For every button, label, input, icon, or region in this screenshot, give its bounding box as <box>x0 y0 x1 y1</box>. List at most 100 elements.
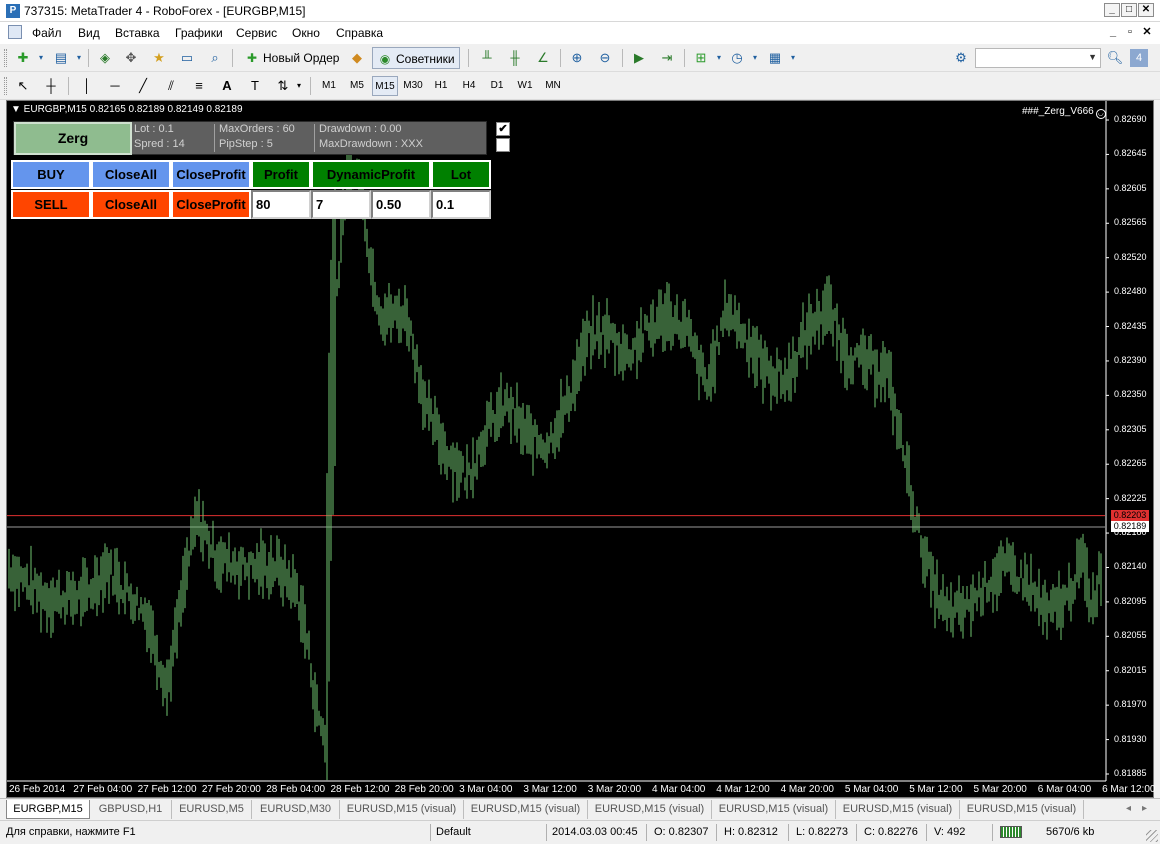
cursor-icon[interactable]: ↖ <box>14 77 32 95</box>
buy-button[interactable]: BUY <box>11 160 91 189</box>
tab-eurgbp-m15[interactable]: EURGBP,M15 <box>6 800 90 819</box>
close-button[interactable]: ✕ <box>1138 3 1154 17</box>
new-order-button[interactable]: ✚ Новый Ордер <box>240 47 343 69</box>
text-label-icon[interactable]: T <box>246 77 264 95</box>
tab-scroll-left-icon[interactable]: ◂ <box>1126 803 1131 814</box>
chart-shift-icon[interactable]: ⇥ <box>658 49 676 67</box>
dropdown-arrow-icon[interactable]: ▾ <box>70 49 88 67</box>
dynamic-profit-input[interactable]: 7 <box>311 190 371 219</box>
new-chart-icon[interactable]: ✚ <box>14 49 32 67</box>
time-tick-label: 27 Feb 12:00 <box>137 784 197 795</box>
experts-label: Советники <box>396 52 455 66</box>
market-watch-icon[interactable]: ◈ <box>96 49 114 67</box>
dropdown-arrow-icon[interactable]: ▾ <box>710 49 728 67</box>
sell-button[interactable]: SELL <box>11 190 91 219</box>
trendline-icon[interactable]: ╱ <box>134 77 152 95</box>
minimize-button[interactable]: _ <box>1104 3 1120 17</box>
dropdown-arrow-icon[interactable]: ▾ <box>290 77 308 95</box>
close-profit-sell-button[interactable]: CloseProfit <box>171 190 251 219</box>
tab-eurusd-m5[interactable]: EURUSD,M5 <box>172 800 252 819</box>
menu-view[interactable]: Вид <box>78 26 100 40</box>
tab-scroll-right-icon[interactable]: ▸ <box>1142 803 1147 814</box>
profit-input[interactable]: 80 <box>251 190 311 219</box>
options-gear-icon[interactable]: ⚙ <box>952 49 970 67</box>
zerg-button[interactable]: Zerg <box>14 122 132 155</box>
terminal-icon[interactable]: ▭ <box>178 49 196 67</box>
menu-window[interactable]: Окно <box>292 26 320 40</box>
expert-advisor-label[interactable]: ###_Zerg_V666 ◡ <box>1022 106 1106 119</box>
line-studies-toolbar: ↖ ┼ │ ─ ╱ ⫽ ≡ A T ⇅ ▾ M1 M5 M15 M30 H1 H… <box>0 72 1160 100</box>
tab-gbpusd-h1[interactable]: GBPUSD,H1 <box>90 800 172 819</box>
mdi-minimize-button[interactable]: _ <box>1106 25 1120 39</box>
tab-eurusd-m15-visual[interactable]: EURUSD,M15 (visual) <box>836 800 960 819</box>
mdi-close-button[interactable]: ✕ <box>1140 25 1154 39</box>
toolbar-grip[interactable] <box>4 77 7 95</box>
timeframe-m5[interactable]: M5 <box>344 76 370 96</box>
timeframe-h4[interactable]: H4 <box>456 76 482 96</box>
tab-eurusd-m15-visual[interactable]: EURUSD,M15 (visual) <box>464 800 588 819</box>
checkbox-enabled[interactable]: ✔ <box>496 122 510 136</box>
auto-scroll-icon[interactable]: ▶ <box>630 49 648 67</box>
tab-eurusd-m15-visual[interactable]: EURUSD,M15 (visual) <box>340 800 464 819</box>
ratio-input[interactable]: 0.50 <box>371 190 431 219</box>
zoom-in-icon[interactable]: ⊕ <box>568 49 586 67</box>
indicators-icon[interactable]: ⊞ <box>692 49 710 67</box>
candlestick-icon[interactable]: ╫ <box>506 49 524 67</box>
navigator-icon[interactable]: ★ <box>150 49 168 67</box>
dropdown-arrow-icon[interactable]: ▾ <box>32 49 50 67</box>
timeframe-h1[interactable]: H1 <box>428 76 454 96</box>
timeframe-m15[interactable]: M15 <box>372 76 398 96</box>
mdi-restore-button[interactable]: ▫ <box>1123 25 1137 39</box>
close-all-buy-button[interactable]: CloseAll <box>91 160 171 189</box>
zoom-out-icon[interactable]: ⊖ <box>596 49 614 67</box>
time-tick-label: 5 Mar 20:00 <box>973 784 1027 795</box>
crosshair-icon[interactable]: ┼ <box>42 77 60 95</box>
menu-file[interactable]: Файл <box>32 26 62 40</box>
menu-insert[interactable]: Вставка <box>115 26 160 40</box>
close-profit-buy-button[interactable]: CloseProfit <box>171 160 251 189</box>
periods-icon[interactable]: ◷ <box>728 49 746 67</box>
timeframe-d1[interactable]: D1 <box>484 76 510 96</box>
fibonacci-icon[interactable]: ≡ <box>190 77 208 95</box>
tab-eurusd-m15-visual[interactable]: EURUSD,M15 (visual) <box>960 800 1084 819</box>
lot-input[interactable]: 0.1 <box>431 190 491 219</box>
menu-charts[interactable]: Графики <box>175 26 223 40</box>
line-chart-icon[interactable]: ∠ <box>534 49 552 67</box>
equidistant-channel-icon[interactable]: ⫽ <box>162 77 180 95</box>
profiles-icon[interactable]: ▤ <box>52 49 70 67</box>
toolbar-grip[interactable] <box>4 49 7 67</box>
text-icon[interactable]: A <box>218 77 236 95</box>
chevron-down-icon[interactable]: ▼ <box>1088 52 1097 62</box>
tab-eurusd-m30[interactable]: EURUSD,M30 <box>252 800 340 819</box>
menu-tools[interactable]: Сервис <box>236 26 277 40</box>
timeframe-w1[interactable]: W1 <box>512 76 538 96</box>
community-icon[interactable]: 4 <box>1130 49 1148 67</box>
time-tick-label: 6 Mar 04:00 <box>1037 784 1092 795</box>
maximize-button[interactable]: □ <box>1121 3 1137 17</box>
experts-button[interactable]: ◉ Советники <box>372 47 460 69</box>
resize-grip-icon[interactable] <box>1146 830 1158 842</box>
connection-status-icon[interactable] <box>1000 826 1022 838</box>
horizontal-line-icon[interactable]: ─ <box>106 77 124 95</box>
timeframe-m30[interactable]: M30 <box>400 76 426 96</box>
timeframe-m1[interactable]: M1 <box>316 76 342 96</box>
metaeditor-icon[interactable]: ◆ <box>348 49 366 67</box>
dropdown-arrow-icon[interactable]: ▾ <box>784 49 802 67</box>
chart-window[interactable]: ▼ EURGBP,M15 0.82165 0.82189 0.82149 0.8… <box>6 100 1155 798</box>
close-all-sell-button[interactable]: CloseAll <box>91 190 171 219</box>
chart-window-icon[interactable] <box>8 25 22 39</box>
search-icon[interactable]: 🔍︎ <box>1106 49 1124 67</box>
search-input[interactable]: ▼ <box>975 48 1101 68</box>
strategy-tester-icon[interactable]: ⌕ <box>206 49 224 67</box>
tab-eurusd-m15-visual[interactable]: EURUSD,M15 (visual) <box>588 800 712 819</box>
menu-help[interactable]: Справка <box>336 26 383 40</box>
templates-icon[interactable]: ▦ <box>766 49 784 67</box>
checkbox-option[interactable] <box>496 138 510 152</box>
timeframe-mn[interactable]: MN <box>540 76 566 96</box>
status-volume: V: 492 <box>934 826 966 838</box>
bar-chart-icon[interactable]: ╨ <box>478 49 496 67</box>
tab-eurusd-m15-visual[interactable]: EURUSD,M15 (visual) <box>712 800 836 819</box>
data-window-icon[interactable]: ✥ <box>122 49 140 67</box>
dropdown-arrow-icon[interactable]: ▾ <box>746 49 764 67</box>
vertical-line-icon[interactable]: │ <box>78 77 96 95</box>
